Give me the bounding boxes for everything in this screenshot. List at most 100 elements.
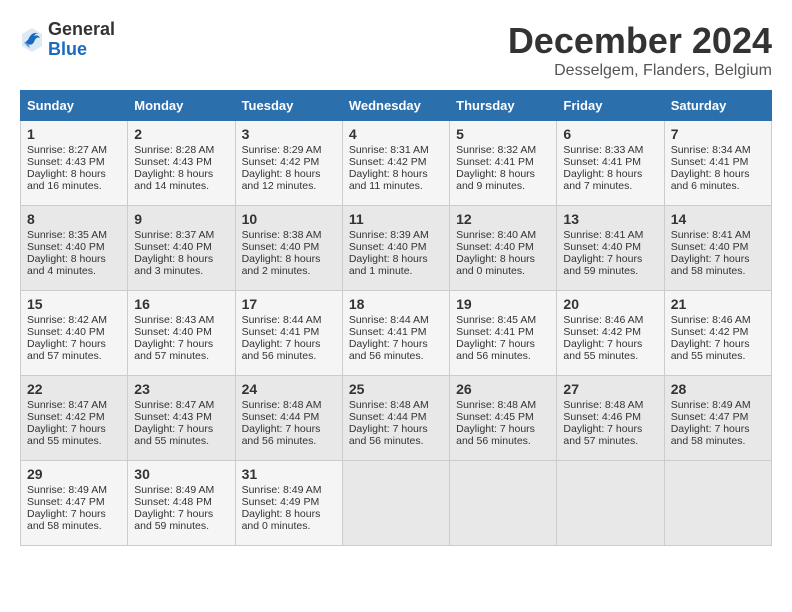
day-info: Sunset: 4:40 PM xyxy=(349,241,443,253)
calendar-cell: 7Sunrise: 8:34 AMSunset: 4:41 PMDaylight… xyxy=(664,121,771,206)
calendar-cell: 11Sunrise: 8:39 AMSunset: 4:40 PMDayligh… xyxy=(342,206,449,291)
day-info: Sunrise: 8:49 AM xyxy=(134,484,228,496)
day-info: Sunset: 4:40 PM xyxy=(27,326,121,338)
day-number: 30 xyxy=(134,466,228,482)
calendar-cell: 26Sunrise: 8:48 AMSunset: 4:45 PMDayligh… xyxy=(450,376,557,461)
day-number: 3 xyxy=(242,126,336,142)
day-number: 6 xyxy=(563,126,657,142)
day-info: Sunset: 4:40 PM xyxy=(563,241,657,253)
day-info: Sunset: 4:40 PM xyxy=(27,241,121,253)
day-info: Daylight: 8 hours and 16 minutes. xyxy=(27,168,121,192)
day-number: 2 xyxy=(134,126,228,142)
day-info: Daylight: 7 hours and 56 minutes. xyxy=(349,423,443,447)
day-info: Daylight: 8 hours and 7 minutes. xyxy=(563,168,657,192)
day-number: 20 xyxy=(563,296,657,312)
calendar-cell: 29Sunrise: 8:49 AMSunset: 4:47 PMDayligh… xyxy=(21,461,128,546)
day-number: 8 xyxy=(27,211,121,227)
day-info: Sunrise: 8:44 AM xyxy=(242,314,336,326)
day-info: Sunset: 4:40 PM xyxy=(456,241,550,253)
day-number: 9 xyxy=(134,211,228,227)
day-info: Daylight: 7 hours and 57 minutes. xyxy=(134,338,228,362)
calendar-cell: 31Sunrise: 8:49 AMSunset: 4:49 PMDayligh… xyxy=(235,461,342,546)
day-info: Sunset: 4:41 PM xyxy=(349,326,443,338)
day-info: Daylight: 7 hours and 56 minutes. xyxy=(456,338,550,362)
day-info: Sunset: 4:46 PM xyxy=(563,411,657,423)
calendar-cell: 14Sunrise: 8:41 AMSunset: 4:40 PMDayligh… xyxy=(664,206,771,291)
day-info: Daylight: 8 hours and 2 minutes. xyxy=(242,253,336,277)
logo: General Blue xyxy=(20,20,115,60)
day-number: 1 xyxy=(27,126,121,142)
calendar-cell: 12Sunrise: 8:40 AMSunset: 4:40 PMDayligh… xyxy=(450,206,557,291)
logo-blue-text: Blue xyxy=(48,40,115,60)
day-info: Daylight: 7 hours and 56 minutes. xyxy=(242,338,336,362)
day-number: 26 xyxy=(456,381,550,397)
calendar-week-2: 8Sunrise: 8:35 AMSunset: 4:40 PMDaylight… xyxy=(21,206,772,291)
calendar-cell: 2 Sunrise: 8:28 AMSunset: 4:43 PMDaylight… xyxy=(128,121,235,206)
day-number: 13 xyxy=(563,211,657,227)
day-info: Sunrise: 8:34 AM xyxy=(671,144,765,156)
day-number: 21 xyxy=(671,296,765,312)
day-info: Daylight: 8 hours and 3 minutes. xyxy=(134,253,228,277)
day-info: Daylight: 7 hours and 55 minutes. xyxy=(563,338,657,362)
day-info: Sunset: 4:40 PM xyxy=(671,241,765,253)
day-info: Sunrise: 8:39 AM xyxy=(349,229,443,241)
calendar-week-5: 29Sunrise: 8:49 AMSunset: 4:47 PMDayligh… xyxy=(21,461,772,546)
day-number: 31 xyxy=(242,466,336,482)
day-number: 23 xyxy=(134,381,228,397)
day-number: 22 xyxy=(27,381,121,397)
calendar-cell xyxy=(342,461,449,546)
logo-general-text: General xyxy=(48,20,115,40)
location-subtitle: Desselgem, Flanders, Belgium xyxy=(508,62,772,80)
day-info: Daylight: 8 hours and 14 minutes. xyxy=(134,168,228,192)
calendar-cell: 1Sunrise: 8:27 AMSunset: 4:43 PMDaylight… xyxy=(21,121,128,206)
day-info: Sunrise: 8:47 AM xyxy=(27,399,121,411)
day-info: Daylight: 7 hours and 59 minutes. xyxy=(134,508,228,532)
day-info: Daylight: 7 hours and 58 minutes. xyxy=(671,253,765,277)
col-friday: Friday xyxy=(557,91,664,121)
day-info: Daylight: 7 hours and 55 minutes. xyxy=(134,423,228,447)
day-info: Sunrise: 8:48 AM xyxy=(563,399,657,411)
day-info: Sunrise: 8:31 AM xyxy=(349,144,443,156)
day-info: Daylight: 7 hours and 56 minutes. xyxy=(349,338,443,362)
title-area: December 2024 Desselgem, Flanders, Belgi… xyxy=(508,20,772,80)
calendar-cell: 15Sunrise: 8:42 AMSunset: 4:40 PMDayligh… xyxy=(21,291,128,376)
day-info: Sunset: 4:43 PM xyxy=(27,156,121,168)
col-wednesday: Wednesday xyxy=(342,91,449,121)
day-info: Daylight: 7 hours and 57 minutes. xyxy=(563,423,657,447)
calendar-cell: 4Sunrise: 8:31 AMSunset: 4:42 PMDaylight… xyxy=(342,121,449,206)
calendar-cell: 24Sunrise: 8:48 AMSunset: 4:44 PMDayligh… xyxy=(235,376,342,461)
calendar-cell: 5Sunrise: 8:32 AMSunset: 4:41 PMDaylight… xyxy=(450,121,557,206)
day-number: 4 xyxy=(349,126,443,142)
day-info: Sunrise: 8:38 AM xyxy=(242,229,336,241)
day-number: 29 xyxy=(27,466,121,482)
day-info: Sunrise: 8:49 AM xyxy=(27,484,121,496)
day-info: Sunrise: 8:46 AM xyxy=(671,314,765,326)
day-number: 10 xyxy=(242,211,336,227)
day-info: Sunrise: 8:28 AM xyxy=(134,144,228,156)
header-row: Sunday Monday Tuesday Wednesday Thursday… xyxy=(21,91,772,121)
day-info: Sunset: 4:42 PM xyxy=(27,411,121,423)
calendar-cell: 28Sunrise: 8:49 AMSunset: 4:47 PMDayligh… xyxy=(664,376,771,461)
day-number: 15 xyxy=(27,296,121,312)
calendar-cell: 22Sunrise: 8:47 AMSunset: 4:42 PMDayligh… xyxy=(21,376,128,461)
day-info: Sunrise: 8:49 AM xyxy=(671,399,765,411)
day-info: Sunset: 4:44 PM xyxy=(242,411,336,423)
day-number: 11 xyxy=(349,211,443,227)
day-info: Sunrise: 8:45 AM xyxy=(456,314,550,326)
day-number: 25 xyxy=(349,381,443,397)
day-info: Sunset: 4:41 PM xyxy=(242,326,336,338)
calendar-cell: 16Sunrise: 8:43 AMSunset: 4:40 PMDayligh… xyxy=(128,291,235,376)
calendar-cell: 3Sunrise: 8:29 AMSunset: 4:42 PMDaylight… xyxy=(235,121,342,206)
calendar-cell: 20Sunrise: 8:46 AMSunset: 4:42 PMDayligh… xyxy=(557,291,664,376)
day-info: Sunrise: 8:47 AM xyxy=(134,399,228,411)
day-number: 7 xyxy=(671,126,765,142)
day-info: Sunset: 4:44 PM xyxy=(349,411,443,423)
day-info: Sunset: 4:45 PM xyxy=(456,411,550,423)
day-info: Sunset: 4:42 PM xyxy=(349,156,443,168)
day-info: Sunset: 4:40 PM xyxy=(134,326,228,338)
day-info: Sunrise: 8:48 AM xyxy=(456,399,550,411)
day-info: Sunset: 4:41 PM xyxy=(456,156,550,168)
day-info: Daylight: 8 hours and 9 minutes. xyxy=(456,168,550,192)
day-info: Sunset: 4:43 PM xyxy=(134,156,228,168)
day-info: Sunset: 4:47 PM xyxy=(27,496,121,508)
